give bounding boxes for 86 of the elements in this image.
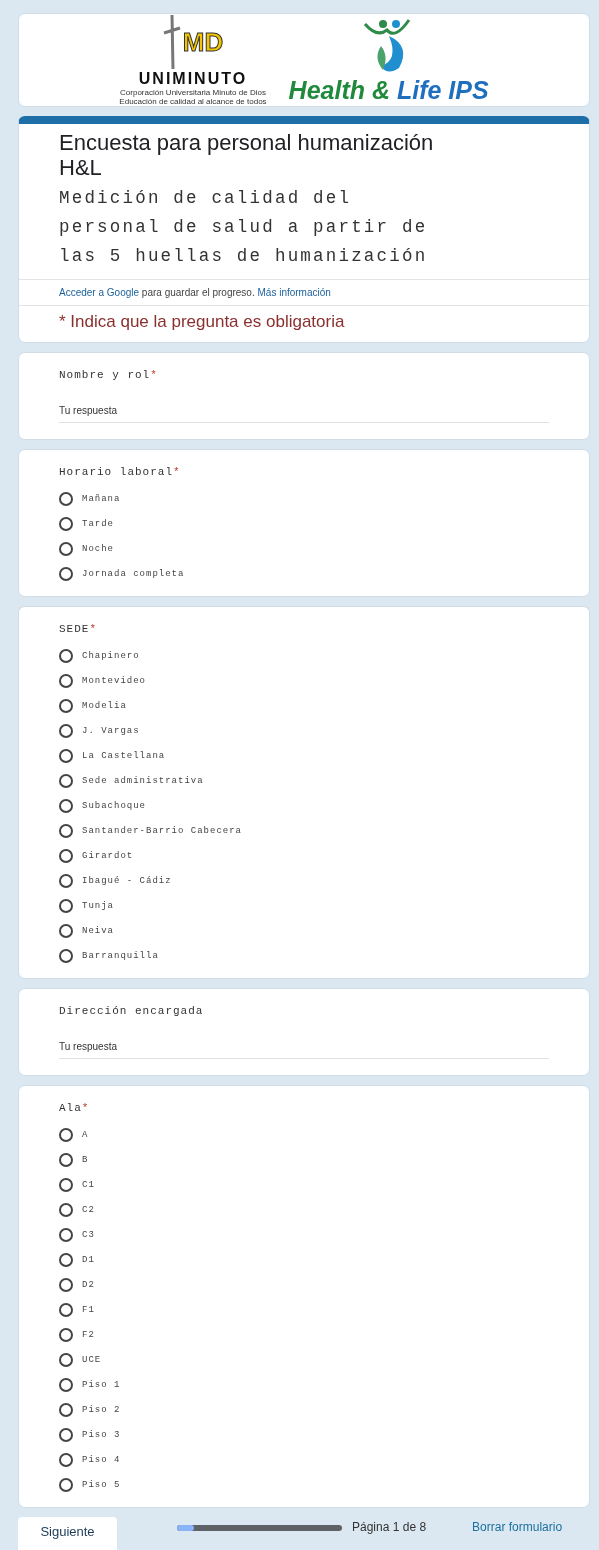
option-label: Neiva — [82, 925, 114, 936]
option-label: C2 — [82, 1204, 95, 1215]
question-label: Horario laboral* — [59, 466, 182, 478]
option-label: A — [82, 1129, 89, 1140]
required-note: * Indica que la pregunta es obligatoria — [58, 311, 346, 333]
logo-mark: MD — [182, 26, 224, 58]
logo-name: UNIMINUTO — [138, 70, 248, 88]
radio-button[interactable] — [59, 1152, 73, 1167]
option-label: Modelia — [82, 700, 127, 711]
radio-button[interactable] — [59, 1327, 73, 1342]
option-label: D2 — [82, 1279, 95, 1290]
radio-button[interactable] — [59, 1177, 73, 1192]
answer-field[interactable]: Tu respuesta — [59, 397, 549, 423]
option-label: Tarde — [82, 518, 114, 529]
option-label: Barranquilla — [82, 950, 159, 961]
radio-button[interactable] — [59, 1227, 73, 1242]
radio-button[interactable] — [59, 1277, 73, 1292]
radio-button[interactable] — [59, 848, 73, 863]
option-label: J. Vargas — [82, 725, 140, 736]
radio-button[interactable] — [59, 648, 73, 663]
signin-link[interactable]: Acceder a Google — [59, 287, 140, 298]
radio-button[interactable] — [59, 923, 73, 938]
radio-button[interactable] — [59, 1477, 73, 1492]
logo-name: Health & Life IPS — [288, 75, 489, 105]
logo-tagline: Educación de calidad al alcance de todos — [119, 97, 267, 106]
more-info-link[interactable]: Más información — [257, 287, 331, 298]
option-label: Piso 2 — [82, 1404, 121, 1415]
option-label: Santander-Barrio Cabecera — [82, 825, 243, 836]
radio-button[interactable] — [59, 698, 73, 713]
radio-button[interactable] — [59, 1352, 73, 1367]
option-label: Subachoque — [82, 800, 146, 811]
option-label: Tunja — [82, 900, 114, 911]
radio-button[interactable] — [59, 948, 73, 963]
radio-button[interactable] — [59, 1427, 73, 1442]
form-title: Encuesta para personal humanización H&L — [59, 130, 435, 180]
option-label: B — [82, 1154, 89, 1165]
option-label: Montevideo — [82, 675, 146, 686]
radio-button[interactable] — [59, 873, 73, 888]
option-label: F2 — [82, 1329, 95, 1340]
radio-button[interactable] — [59, 1402, 73, 1417]
option-label: UCE — [82, 1354, 102, 1365]
radio-button[interactable] — [59, 1202, 73, 1217]
form-description: Medición de calidad del personal de salud a partir de las 5 huellas de humanización — [59, 187, 429, 268]
radio-button[interactable] — [59, 798, 73, 813]
page-indicator: Página 1 de 8 — [352, 1520, 427, 1534]
option-label: Piso 3 — [82, 1429, 121, 1440]
question-label: SEDE* — [59, 623, 98, 635]
option-label: Piso 1 — [82, 1379, 121, 1390]
radio-button[interactable] — [59, 673, 73, 688]
signin-notice: Acceder a Google para guardar el progreso. Más información — [19, 280, 589, 306]
option-label: Piso 5 — [82, 1479, 121, 1490]
option-label: Sede administrativa — [82, 775, 204, 786]
radio-button[interactable] — [59, 1302, 73, 1317]
option-label: C3 — [82, 1229, 95, 1240]
question-label: Dirección encargada — [59, 1005, 205, 1017]
radio-button[interactable] — [59, 823, 73, 838]
radio-button[interactable] — [59, 1452, 73, 1467]
clear-form-link[interactable]: Borrar formulario — [472, 1520, 563, 1534]
option-label: C1 — [82, 1179, 95, 1190]
option-label: Ibagué - Cádiz — [82, 875, 172, 886]
radio-button[interactable] — [59, 1252, 73, 1267]
option-label: Chapinero — [82, 650, 140, 661]
radio-button[interactable] — [59, 773, 73, 788]
cross-icon — [162, 15, 181, 69]
option-label: F1 — [82, 1304, 95, 1315]
question-label: Nombre y rol* — [59, 369, 159, 381]
answer-field[interactable]: Tu respuesta — [59, 1033, 549, 1059]
radio-button[interactable] — [59, 1377, 73, 1392]
next-button[interactable]: Siguiente — [18, 1517, 117, 1550]
radio-button[interactable] — [59, 748, 73, 763]
question-label: Ala* — [59, 1102, 91, 1114]
option-label: Girardot — [82, 850, 134, 861]
option-label: Piso 4 — [82, 1454, 121, 1465]
radio-button[interactable] — [59, 723, 73, 738]
radio-button[interactable] — [59, 516, 73, 531]
option-label: D1 — [82, 1254, 95, 1265]
option-label: Mañana — [82, 493, 121, 504]
logo-tagline: Corporación Universitaria Minuto de Dios — [120, 88, 266, 97]
radio-button[interactable] — [59, 541, 73, 556]
radio-button[interactable] — [59, 898, 73, 913]
radio-button[interactable] — [59, 566, 73, 581]
option-label: Jornada completa — [82, 568, 185, 579]
radio-button[interactable] — [59, 1127, 73, 1142]
option-label: Noche — [82, 543, 114, 554]
option-label: La Castellana — [82, 750, 166, 761]
radio-button[interactable] — [59, 491, 73, 506]
